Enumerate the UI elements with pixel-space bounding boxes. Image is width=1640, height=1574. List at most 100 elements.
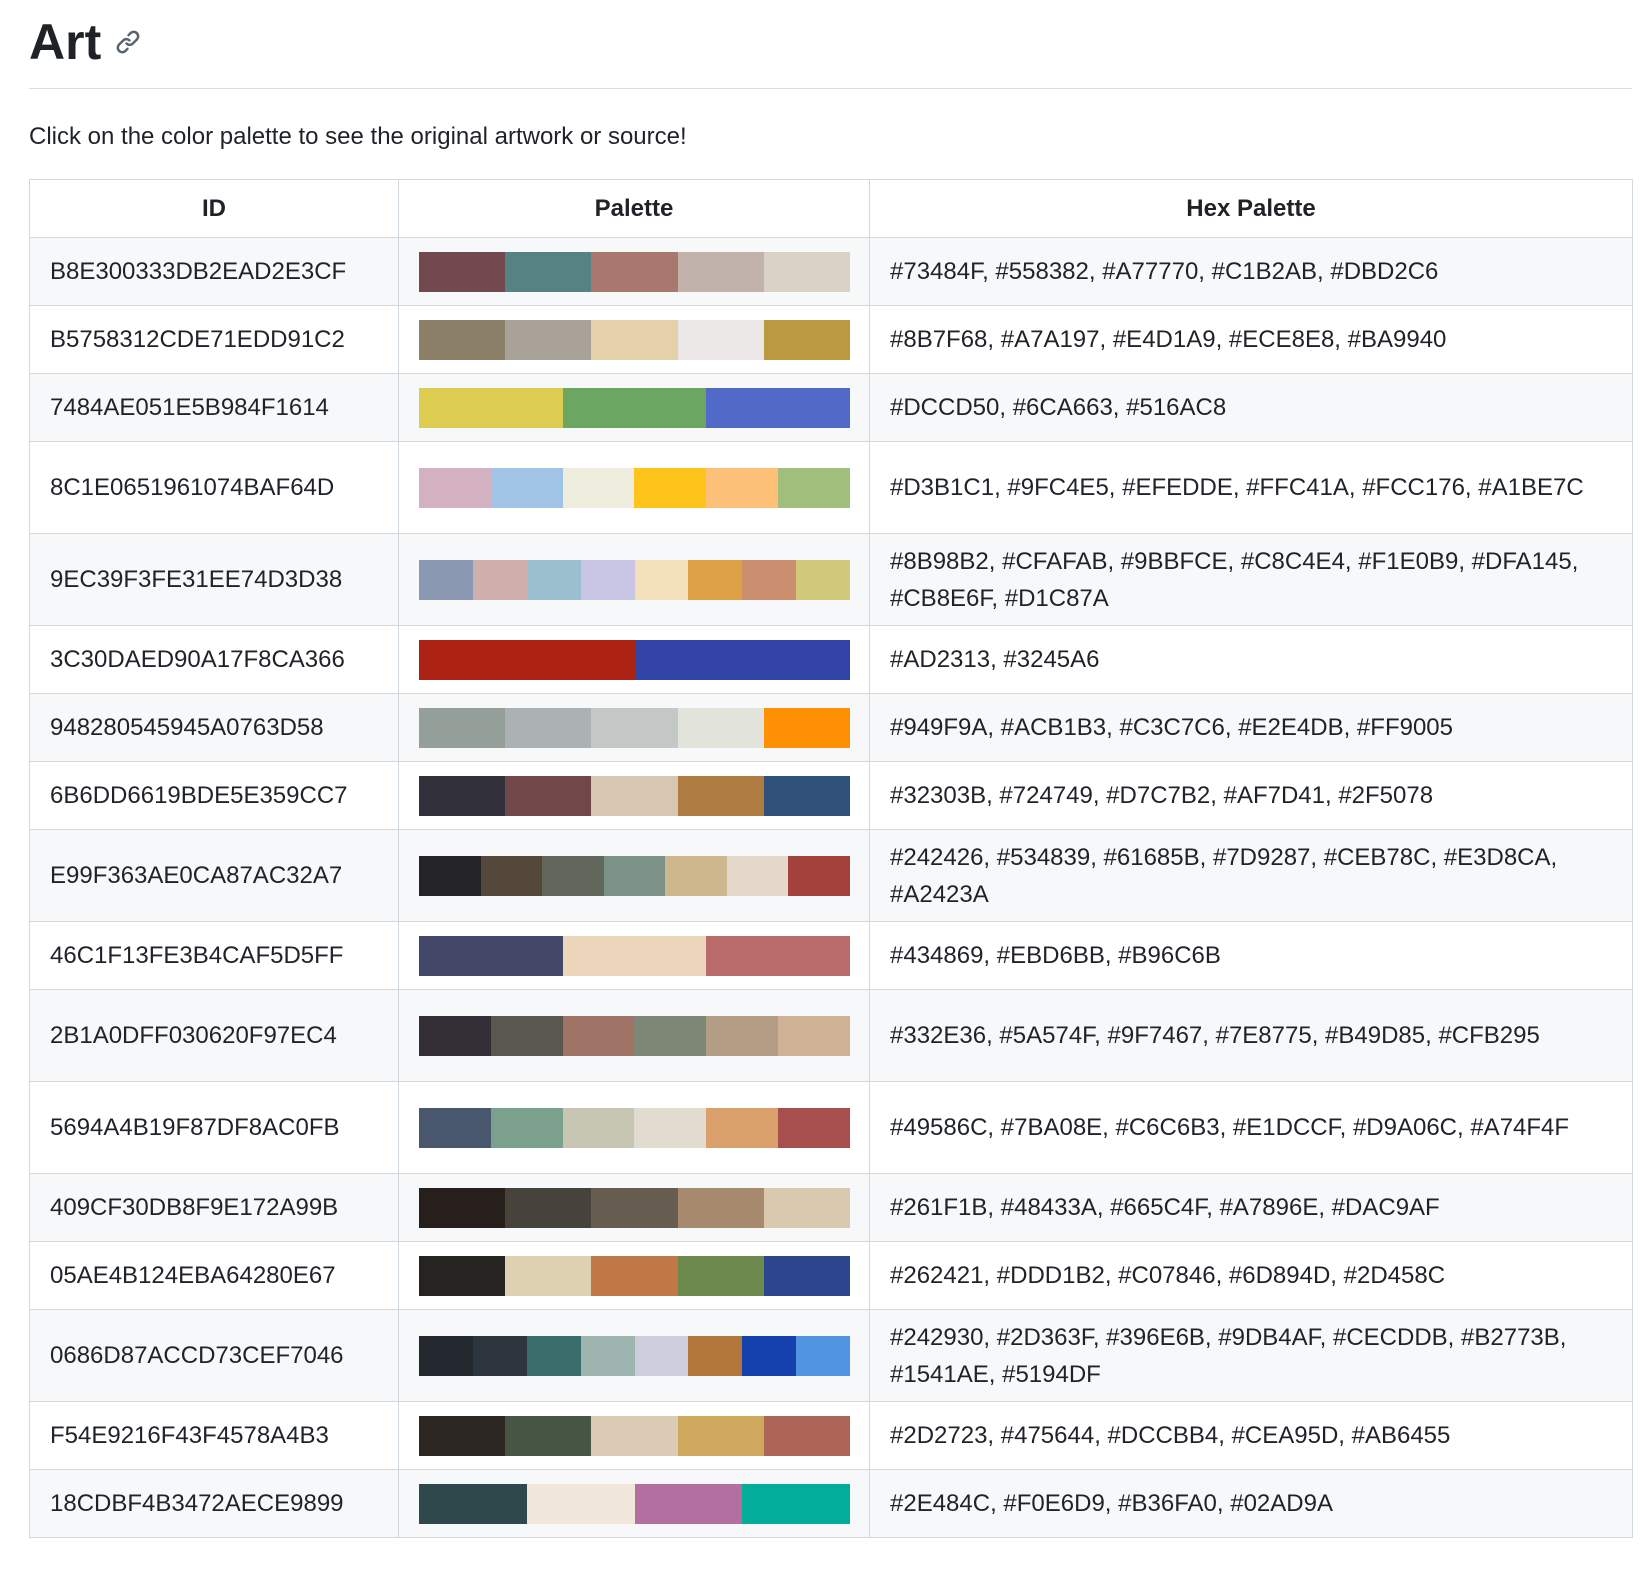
palette-swatch-link[interactable] <box>419 559 850 600</box>
color-swatch <box>706 1015 779 1056</box>
color-swatch <box>796 559 850 600</box>
column-header-palette: Palette <box>398 179 870 238</box>
color-swatch <box>505 1255 592 1296</box>
link-icon[interactable] <box>115 29 141 55</box>
palette-cell <box>398 237 870 306</box>
table-row: 9EC39F3FE31EE74D3D38 #8B98B2, #CFAFAB, #9… <box>29 533 1633 626</box>
palette-cell <box>398 305 870 374</box>
hex-palette: #8B7F68, #A7A197, #E4D1A9, #ECE8E8, #BA9… <box>869 305 1633 374</box>
color-swatch <box>634 1107 707 1148</box>
hex-palette: #AD2313, #3245A6 <box>869 625 1633 694</box>
color-swatch <box>706 467 779 508</box>
palette-swatch-link[interactable] <box>419 1107 850 1148</box>
table-row: 3C30DAED90A17F8CA366 #AD2313, #3245A6 <box>29 625 1633 694</box>
palette-cell <box>398 373 870 442</box>
palette-swatch-link[interactable] <box>419 467 850 508</box>
table-row: E99F363AE0CA87AC32A7 #242426, #534839, #6… <box>29 829 1633 922</box>
color-swatch <box>419 935 563 976</box>
palette-id: E99F363AE0CA87AC32A7 <box>29 829 399 922</box>
color-swatch <box>634 1015 707 1056</box>
color-swatch <box>419 1255 506 1296</box>
color-swatch <box>778 1015 850 1056</box>
color-swatch <box>472 559 527 600</box>
color-swatch <box>677 707 764 748</box>
palette-swatch-link[interactable] <box>419 319 851 360</box>
palette-cell <box>398 761 870 830</box>
color-swatch <box>591 1415 678 1456</box>
intro-text: Click on the color palette to see the or… <box>29 123 687 150</box>
palette-id: 8C1E0651961074BAF64D <box>29 441 399 534</box>
color-swatch <box>788 855 851 896</box>
color-swatch <box>591 775 678 816</box>
table-row: 7484AE051E5B984F1614 #DCCD50, #6CA663, #5… <box>29 373 1633 442</box>
color-swatch <box>419 251 506 292</box>
palette-cell <box>398 693 870 762</box>
palette-id: 18CDBF4B3472AECE9899 <box>29 1469 399 1538</box>
hex-palette: #D3B1C1, #9FC4E5, #EFEDDE, #FFC41A, #FCC… <box>869 441 1633 534</box>
color-swatch <box>505 1415 592 1456</box>
palette-swatch-link[interactable] <box>419 707 851 748</box>
palette-id: 948280545945A0763D58 <box>29 693 399 762</box>
hex-palette: #949F9A, #ACB1B3, #C3C7C6, #E2E4DB, #FF9… <box>869 693 1633 762</box>
section-heading: Art <box>29 0 1632 89</box>
hex-palette: #73484F, #558382, #A77770, #C1B2AB, #DBD… <box>869 237 1633 306</box>
palette-swatch-link[interactable] <box>419 1415 851 1456</box>
palette-swatch-link[interactable] <box>419 935 851 976</box>
color-swatch <box>763 1415 851 1456</box>
color-swatch <box>490 1015 563 1056</box>
palette-swatch-link[interactable] <box>419 775 851 816</box>
color-swatch <box>419 639 635 680</box>
color-swatch <box>763 1187 851 1228</box>
color-swatch <box>505 775 592 816</box>
palette-id: 7484AE051E5B984F1614 <box>29 373 399 442</box>
color-swatch <box>796 1335 850 1376</box>
palette-swatch-link[interactable] <box>419 855 851 896</box>
color-swatch <box>677 251 764 292</box>
palette-id: 3C30DAED90A17F8CA366 <box>29 625 399 694</box>
color-swatch <box>562 387 707 428</box>
color-swatch <box>688 559 743 600</box>
hex-palette: #2E484C, #F0E6D9, #B36FA0, #02AD9A <box>869 1469 1633 1538</box>
color-swatch <box>526 1335 581 1376</box>
hex-palette: #49586C, #7BA08E, #C6C6B3, #E1DCCF, #D9A… <box>869 1081 1633 1174</box>
palette-id: 5694A4B19F87DF8AC0FB <box>29 1081 399 1174</box>
color-swatch <box>562 1015 635 1056</box>
color-swatch <box>419 1335 473 1376</box>
color-swatch <box>591 319 678 360</box>
hex-palette: #261F1B, #48433A, #665C4F, #A7896E, #DAC… <box>869 1173 1633 1242</box>
hex-palette: #434869, #EBD6BB, #B96C6B <box>869 921 1633 990</box>
table-header-row: ID Palette Hex Palette <box>29 179 1633 238</box>
palette-cell <box>398 625 870 694</box>
palette-swatch-link[interactable] <box>419 387 851 428</box>
color-swatch <box>726 855 789 896</box>
palette-swatch-link[interactable] <box>419 639 850 680</box>
table-row: B8E300333DB2EAD2E3CF #73484F, #558382, #A… <box>29 237 1633 306</box>
palette-swatch-link[interactable] <box>419 1015 850 1056</box>
table-row: 5694A4B19F87DF8AC0FB #49586C, #7BA08E, #C… <box>29 1081 1633 1174</box>
table-row: 948280545945A0763D58 #949F9A, #ACB1B3, #C… <box>29 693 1633 762</box>
color-swatch <box>688 1335 743 1376</box>
palette-swatch-link[interactable] <box>419 1483 850 1524</box>
palette-id: 0686D87ACCD73CEF7046 <box>29 1309 399 1402</box>
color-swatch <box>763 707 851 748</box>
color-swatch <box>763 775 851 816</box>
color-swatch <box>677 1255 764 1296</box>
palette-id: 05AE4B124EBA64280E67 <box>29 1241 399 1310</box>
color-swatch <box>505 319 592 360</box>
palette-swatch-link[interactable] <box>419 251 851 292</box>
palette-cell <box>398 921 870 990</box>
column-header-hex: Hex Palette <box>869 179 1633 238</box>
palette-cell <box>398 1173 870 1242</box>
color-swatch <box>562 1107 635 1148</box>
color-swatch <box>505 707 592 748</box>
color-swatch <box>490 467 563 508</box>
palette-swatch-link[interactable] <box>419 1187 851 1228</box>
table-row: F54E9216F43F4578A4B3 #2D2723, #475644, #D… <box>29 1401 1633 1470</box>
color-swatch <box>591 251 678 292</box>
palette-swatch-link[interactable] <box>419 1335 850 1376</box>
hex-palette: #262421, #DDD1B2, #C07846, #6D894D, #2D4… <box>869 1241 1633 1310</box>
palette-cell <box>398 441 870 534</box>
color-swatch <box>419 1015 491 1056</box>
color-swatch <box>778 467 850 508</box>
palette-swatch-link[interactable] <box>419 1255 851 1296</box>
